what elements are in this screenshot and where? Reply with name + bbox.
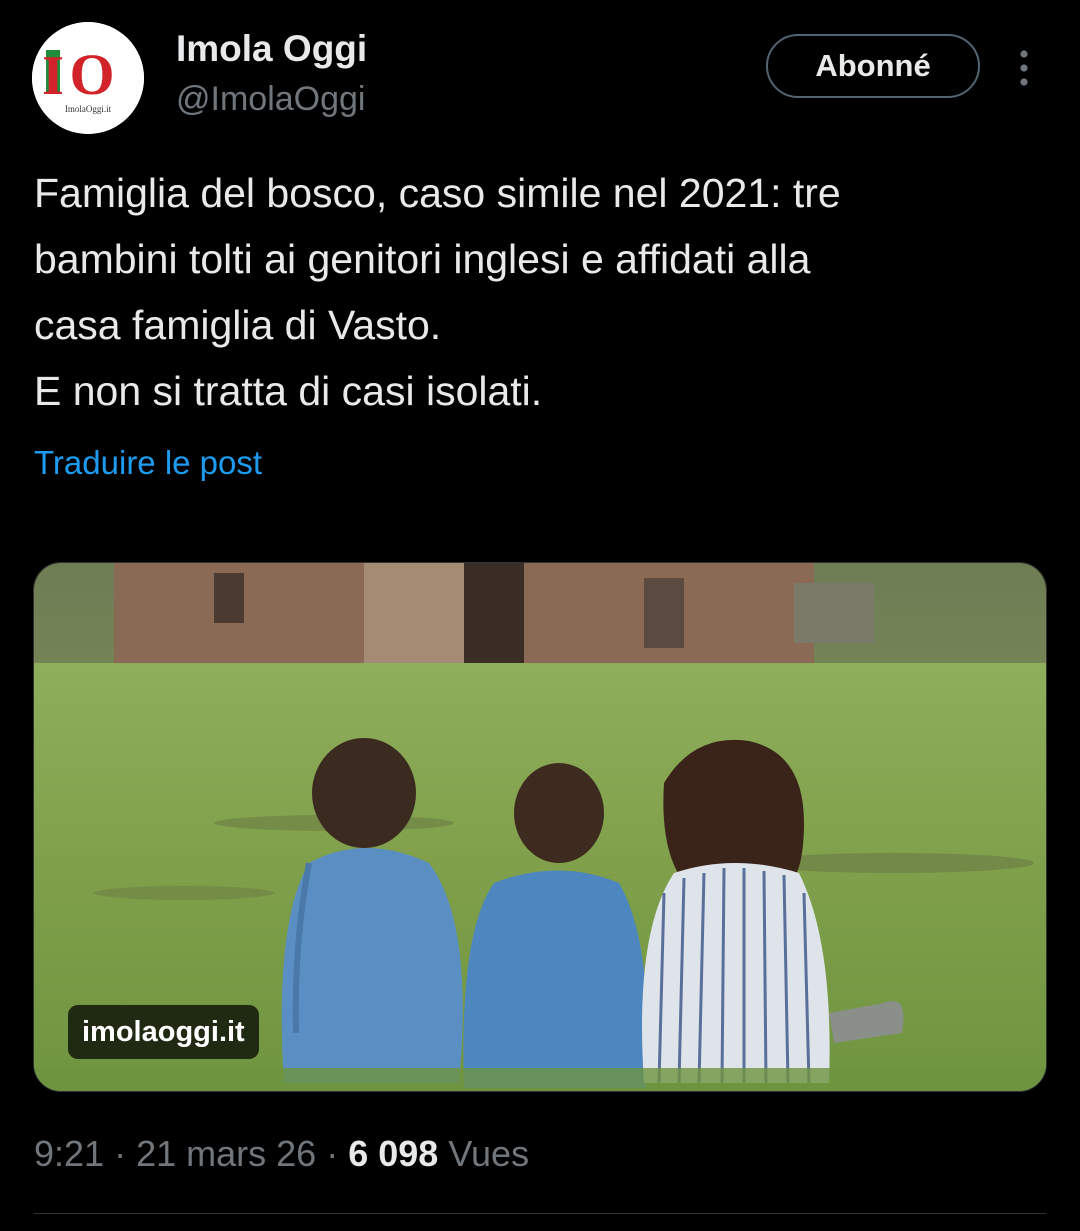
following-button[interactable]: Abonné — [766, 34, 980, 98]
tweet-date[interactable]: 21 mars 26 — [136, 1133, 316, 1174]
tweet-text: Famiglia del bosco, caso simile nel 2021… — [34, 170, 841, 414]
avatar[interactable]: I O ImolaOggi.it — [32, 22, 144, 134]
svg-text:ImolaOggi.it: ImolaOggi.it — [65, 104, 112, 114]
imola-oggi-logo: I O ImolaOggi.it — [32, 22, 144, 134]
tweet-media-card[interactable]: imolaoggi.it — [33, 562, 1047, 1092]
svg-text:I: I — [42, 45, 64, 107]
meta-separator: · — [326, 1133, 339, 1174]
translate-post-link[interactable]: Traduire le post — [34, 444, 262, 482]
tweet-time[interactable]: 9:21 — [34, 1133, 104, 1174]
display-name[interactable]: Imola Oggi — [176, 28, 367, 70]
views-count: 6 098 — [348, 1133, 439, 1174]
tweet-meta: 9:21 · 21 mars 26 · 6 098 Vues — [34, 1133, 529, 1175]
more-vertical-icon[interactable] — [1008, 46, 1040, 90]
divider — [34, 1213, 1046, 1214]
handle[interactable]: @ImolaOggi — [176, 80, 365, 119]
meta-separator: · — [114, 1133, 127, 1174]
svg-text:O: O — [69, 42, 114, 107]
media-source-badge: imolaoggi.it — [68, 1005, 259, 1059]
views-label: Vues — [448, 1133, 530, 1174]
